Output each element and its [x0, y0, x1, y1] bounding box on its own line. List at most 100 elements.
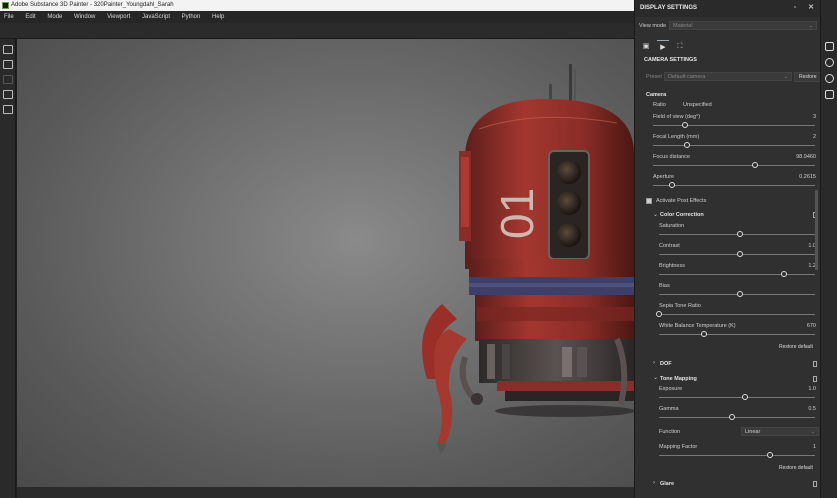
brightness-slider-handle[interactable]	[780, 271, 787, 277]
restore-default-button-tone[interactable]: Restore default	[775, 464, 817, 472]
contrast-slider-handle[interactable]	[737, 251, 744, 257]
globe-icon[interactable]	[824, 74, 834, 83]
properties-icon[interactable]	[824, 90, 834, 99]
aperture-slider[interactable]	[653, 182, 815, 188]
menu-bar: File Edit Mode Window Viewport JavaScrip…	[0, 11, 634, 23]
exposure-value: 1.0	[808, 386, 816, 392]
chevron-down-icon[interactable]: ⌄	[653, 211, 658, 218]
viewport-status-bar	[17, 487, 634, 498]
post-effects-label: Activate Post Effects	[656, 198, 707, 204]
tone-mapping-title[interactable]: Tone Mapping	[660, 376, 697, 382]
focus-distance-slider[interactable]	[653, 162, 815, 168]
bias-slider-handle[interactable]	[737, 291, 744, 297]
contrast-label: Contrast	[659, 243, 680, 249]
panel-header: DISPLAY SETTINGS ▫ ✕	[635, 0, 820, 17]
tab-environment-icon[interactable]: ▣	[640, 40, 652, 53]
robot-render: 01	[422, 64, 634, 454]
focal-length-slider-handle[interactable]	[684, 142, 691, 148]
tab-viewer-icon[interactable]: ⛶	[674, 40, 686, 53]
preset-select[interactable]: Default camera ⌄	[664, 72, 792, 81]
preset-label: Preset	[646, 74, 662, 80]
function-select[interactable]: Linear ⌄	[741, 427, 819, 436]
gamma-slider[interactable]	[659, 414, 815, 420]
sepia-slider-handle[interactable]	[656, 311, 662, 317]
panel-scrollbar[interactable]	[815, 190, 818, 270]
fov-slider[interactable]	[653, 122, 815, 128]
saturation-label: Saturation	[659, 223, 685, 229]
exposure-slider-handle[interactable]	[741, 394, 748, 400]
dof-title[interactable]: DOF	[660, 361, 672, 367]
chevron-down-icon: ⌄	[810, 429, 815, 435]
aperture-slider-handle[interactable]	[669, 182, 676, 188]
float-panel-icon[interactable]: ▫	[791, 4, 799, 12]
menu-viewport[interactable]: Viewport	[102, 11, 135, 23]
white-balance-value: 670	[806, 323, 816, 329]
window-titlebar: Adobe Substance 3D Painter - 320Painter_…	[0, 0, 634, 11]
chevron-right-icon[interactable]: ›	[653, 480, 655, 486]
gamma-value: 0.5	[808, 406, 816, 412]
mapping-factor-label: Mapping Factor	[659, 444, 698, 450]
aperture-value: 0.2615	[799, 174, 816, 180]
chevron-down-icon: ⌄	[808, 23, 813, 29]
sepia-label: Sepia Tone Ratio	[659, 303, 701, 309]
glare-title[interactable]: Glare	[660, 481, 674, 487]
brightness-slider[interactable]	[659, 271, 815, 277]
focal-length-value: 2	[812, 134, 816, 140]
post-effects-checkbox[interactable]	[646, 198, 652, 204]
panel-title: DISPLAY SETTINGS	[640, 5, 698, 11]
shelf-icon[interactable]	[2, 90, 13, 99]
saturation-slider-handle[interactable]	[737, 231, 744, 237]
camera-settings-title: CAMERA SETTINGS	[644, 57, 697, 63]
menu-window[interactable]: Window	[69, 11, 100, 23]
white-balance-slider-handle[interactable]	[701, 331, 708, 337]
layers-icon[interactable]	[2, 75, 13, 84]
focal-length-slider[interactable]	[653, 142, 815, 148]
bake-icon[interactable]	[2, 105, 13, 114]
tab-camera-icon[interactable]: ▶	[657, 40, 669, 53]
ratio-label: Ratio	[653, 102, 666, 108]
restore-default-button-color[interactable]: Restore default	[775, 343, 817, 351]
sepia-slider[interactable]	[656, 311, 815, 317]
texture-set-icon[interactable]	[2, 60, 13, 69]
viewport-3d[interactable]: 01	[17, 39, 634, 487]
view-mode-select[interactable]: Material ⌄	[669, 21, 817, 30]
menu-edit[interactable]: Edit	[20, 11, 40, 23]
saturation-slider[interactable]	[659, 231, 815, 237]
mapping-factor-value: 1	[812, 444, 816, 450]
layers-panel-icon[interactable]	[824, 42, 834, 51]
white-balance-label: White Balance Temperature (K)	[659, 323, 736, 329]
menu-python[interactable]: Python	[177, 11, 206, 23]
brightness-label: Brightness	[659, 263, 685, 269]
export-icon[interactable]	[2, 45, 13, 54]
dof-toggle[interactable]	[813, 361, 817, 367]
bias-label: Bias	[659, 283, 670, 289]
focal-length-label: Focal Length (mm)	[653, 134, 700, 140]
menu-javascript[interactable]: JavaScript	[137, 11, 175, 23]
white-balance-slider[interactable]	[659, 331, 815, 337]
tone-mapping-toggle[interactable]	[813, 376, 817, 382]
focus-distance-slider-handle[interactable]	[752, 162, 759, 168]
color-correction-title[interactable]: Color Correction	[660, 212, 704, 218]
menu-mode[interactable]: Mode	[42, 11, 67, 23]
contrast-slider[interactable]	[659, 251, 815, 257]
chevron-right-icon[interactable]: ›	[653, 360, 655, 366]
gamma-slider-handle[interactable]	[729, 414, 736, 420]
exposure-slider[interactable]	[659, 394, 815, 400]
glare-toggle[interactable]	[813, 481, 817, 487]
restore-button[interactable]: Restore	[794, 72, 820, 82]
search-icon[interactable]	[824, 58, 834, 67]
close-panel-icon[interactable]: ✕	[807, 4, 815, 12]
mapping-factor-slider[interactable]	[659, 452, 815, 458]
mapping-factor-slider-handle[interactable]	[766, 452, 773, 458]
menu-help[interactable]: Help	[207, 11, 229, 23]
menu-file[interactable]: File	[0, 11, 19, 23]
fov-value: 3	[812, 114, 816, 120]
fov-label: Field of view (deg°)	[653, 114, 701, 120]
preset-value: Default camera	[668, 74, 706, 80]
gamma-label: Gamma	[659, 406, 679, 412]
ratio-value: Unspecified	[683, 102, 712, 108]
function-label: Function	[659, 429, 681, 435]
bias-slider[interactable]	[659, 291, 815, 297]
chevron-down-icon[interactable]: ⌄	[653, 374, 658, 381]
fov-slider-handle[interactable]	[682, 122, 689, 128]
